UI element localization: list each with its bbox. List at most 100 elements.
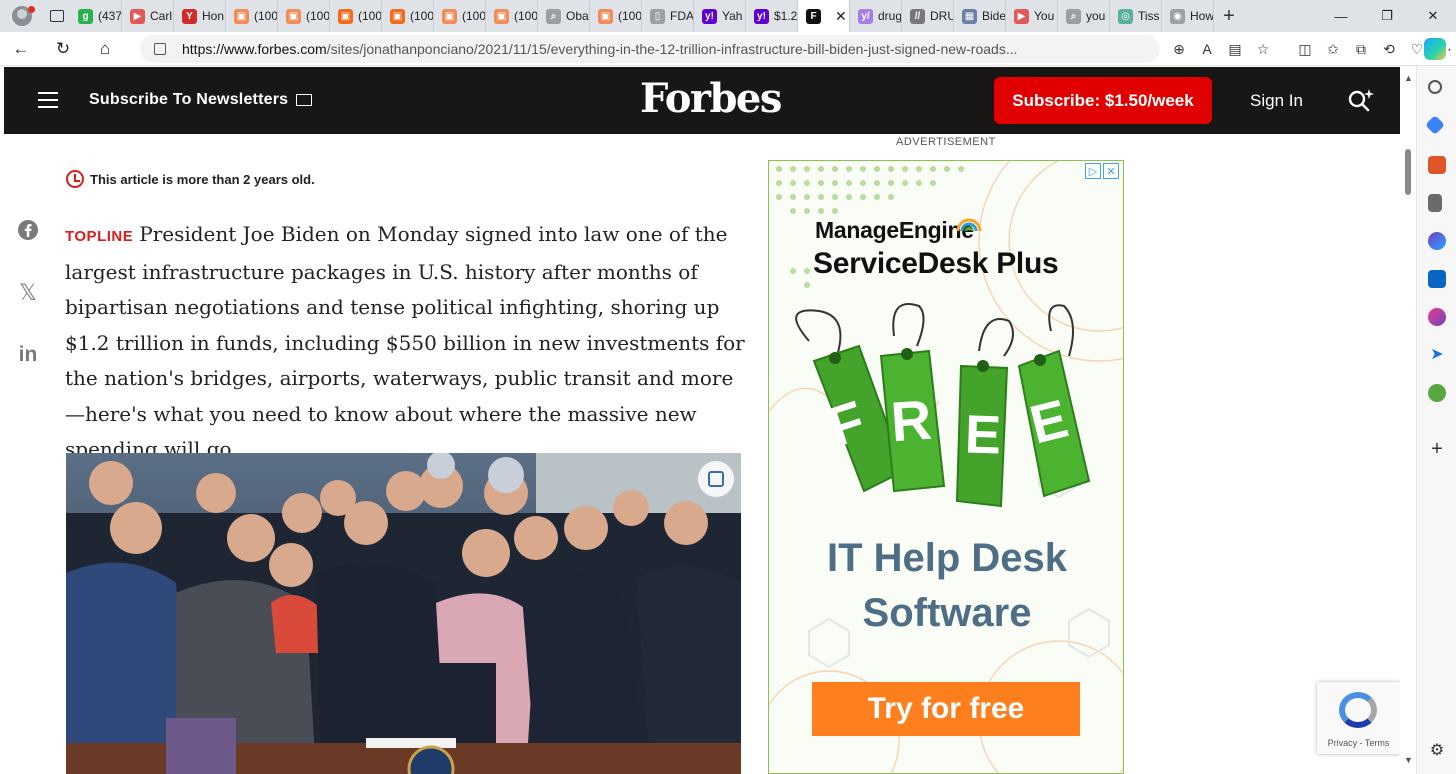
tab-favicon-icon: Y [182,8,197,24]
close-tab-icon[interactable]: ✕ [835,8,847,25]
tab-favicon-icon: ▣ [338,8,353,24]
scroll-thumb[interactable] [1405,149,1411,195]
tab-title: (100 [410,9,434,23]
browser-tab[interactable]: y/drug [850,0,902,32]
browser-tab-strip: g (437 ▶ Carl Y Hon ▣ (100 ▣ (100 ▣ (100 ▣ (100 ▣ (100 ▣… [0,0,1456,32]
close-ad-icon[interactable]: ✕ [1103,163,1119,179]
browser-tab[interactable]: ▦ Bide [954,0,1006,32]
browser-tab[interactable]: ▣ (100 [330,0,382,32]
copilot-icon[interactable] [1424,38,1446,60]
tab-title: (100 [358,9,382,23]
article-photo[interactable] [66,453,741,774]
browser-tab[interactable]: ◎ Tiss [1110,0,1162,32]
ad-headline-line1: IT Help Desk [826,536,1068,580]
ad-brand: ManageEngine [815,217,974,243]
site-header: Subscribe To Newsletters Forbes Subscrib… [4,67,1400,134]
sidebar-settings-icon[interactable]: ⚙ [1428,742,1446,760]
tab-favicon-icon: ⌕ [1066,8,1081,24]
advertisement-banner[interactable]: ▷ ✕ ManageEngine ServiceDesk Plus F R E E… [768,160,1124,774]
profile-avatar[interactable] [0,0,44,32]
address-bar[interactable]: https://www.forbes.com/sites/jonathanpon… [140,35,1160,63]
tab-title: DRU [930,9,954,23]
browser-tab[interactable]: ⌕ you [1058,0,1110,32]
scroll-up-arrow[interactable]: ▲ [1404,73,1413,83]
minimize-button[interactable]: — [1318,9,1364,24]
ad-choices[interactable]: ▷ ✕ [1085,163,1119,179]
tab-title: you [1086,9,1106,23]
zoom-icon[interactable]: ⊕ [1170,40,1188,58]
browser-tab[interactable]: ⌕ Oba [538,0,590,32]
tab-favicon-icon: ▦ [962,8,977,24]
new-tab-button[interactable]: + [1214,5,1244,28]
tab-title: (437 [98,9,122,23]
facebook-share-icon[interactable] [16,218,40,242]
tag-letter-e1: E [963,404,1003,466]
browser-tab[interactable]: ◉ How [1162,0,1214,32]
sidebar-games-icon[interactable] [1428,194,1442,212]
subscribe-button[interactable]: Subscribe: $1.50/week [994,77,1212,124]
menu-icon[interactable] [38,92,58,108]
refresh-button[interactable]: ↻ [42,39,84,59]
recaptcha-badge[interactable]: Privacy - Terms [1317,682,1400,754]
immersive-reader-icon[interactable]: ▤ [1226,40,1244,58]
lock-icon[interactable] [154,43,166,55]
forbes-logo[interactable]: Forbes [640,75,782,122]
tab-title: FDA [670,9,694,23]
expand-image-icon[interactable] [698,461,734,497]
tab-title: Hon [202,9,225,23]
tab-favicon-icon: y/ [858,8,873,24]
sidebar-copilot-icon[interactable] [1428,232,1446,250]
history-icon[interactable]: ⟲ [1380,40,1398,58]
browser-tab[interactable]: y! $1.2 [746,0,798,32]
sidebar-shopping-icon[interactable] [1425,115,1445,135]
split-screen-icon[interactable]: ◫ [1296,40,1314,58]
ad-headline: IT Help Desk Software [769,531,1123,641]
favorite-star-icon[interactable]: ☆ [1254,40,1272,58]
sidebar-search-icon[interactable] [1428,80,1442,94]
browser-tab[interactable]: ▣ (100 [434,0,486,32]
tab-favicon-icon: ▣ [390,8,405,24]
favorites-icon[interactable]: ✩ [1324,40,1342,58]
sign-in-link[interactable]: Sign In [1250,91,1303,111]
browser-tab[interactable]: ▣ (100 [382,0,434,32]
browser-tab[interactable]: ▶ Carl [122,0,174,32]
tab-actions-button[interactable] [44,0,70,32]
close-window-button[interactable]: ✕ [1410,8,1456,24]
scroll-down-arrow[interactable]: ▼ [1404,755,1413,765]
linkedin-share-icon[interactable]: in [16,343,40,367]
sidebar-send-icon[interactable]: ➤ [1428,346,1446,364]
browser-tab[interactable]: ▣ (100 [278,0,330,32]
recaptcha-links[interactable]: Privacy - Terms [1317,738,1400,748]
tab-title: (100 [514,9,538,23]
adchoices-icon[interactable]: ▷ [1085,163,1101,179]
browser-tab[interactable]: ▯ FDA [642,0,694,32]
browser-tab[interactable]: y! Yah [694,0,746,32]
browser-tab[interactable]: ▣ (100 [486,0,538,32]
recaptcha-icon [1339,692,1377,728]
browser-tab[interactable]: ▶ You [1006,0,1058,32]
read-aloud-icon[interactable]: A [1198,40,1216,58]
tab-title: (100 [462,9,486,23]
collections-icon[interactable]: ⧉ [1352,40,1370,58]
tab-favicon-icon: // [910,8,925,24]
browser-tab[interactable]: // DRU [902,0,954,32]
sidebar-tree-icon[interactable] [1428,384,1446,402]
sidebar-add-icon[interactable]: + [1428,439,1446,459]
back-button[interactable]: ← [0,39,42,59]
sidebar-designer-icon[interactable] [1428,308,1446,326]
sidebar-tools-icon[interactable] [1428,156,1446,174]
restore-button[interactable]: ❐ [1364,8,1410,24]
browser-tab[interactable]: Y Hon [174,0,226,32]
try-for-free-button[interactable]: Try for free [812,682,1080,736]
browser-tab[interactable]: g (437 [70,0,122,32]
browser-tab[interactable]: ▣ (100 [590,0,642,32]
browser-tab[interactable]: ▣ (100 [226,0,278,32]
search-sparkle-icon[interactable] [1346,87,1374,113]
page-scrollbar[interactable]: ▲ ▼ [1400,67,1416,774]
sidebar-outlook-icon[interactable] [1428,270,1446,288]
x-share-icon[interactable]: 𝕏 [16,280,40,305]
newsletter-link[interactable]: Subscribe To Newsletters [89,91,313,109]
tab-title: $1.2 [774,9,798,23]
home-button[interactable]: ⌂ [84,39,126,59]
browser-tab[interactable]: F ✕ [798,0,850,32]
